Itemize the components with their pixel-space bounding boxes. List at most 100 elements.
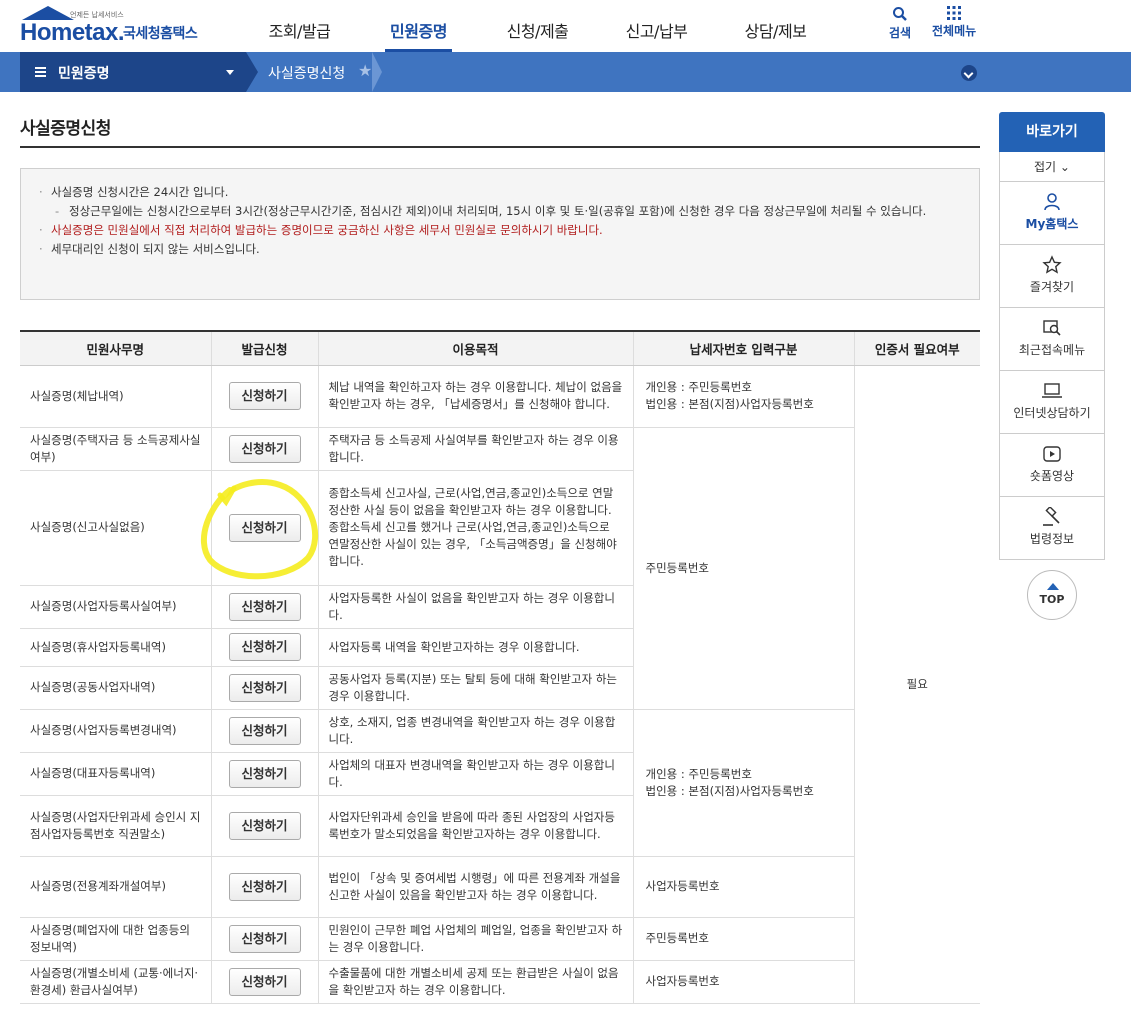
col-header-purpose: 이용목적: [317, 330, 633, 366]
input-type-cell: 주민등록번호: [632, 427, 854, 710]
main-nav: 조회/발급 민원증명 신청/제출 신고/납부 상담/제보: [240, 0, 835, 52]
table-row: 사실증명(주택자금 등 소득공제사실여부) 신청하기 주택자금 등 소득공제 사…: [20, 427, 980, 710]
input-type-cell: 사업자등록번호: [632, 960, 854, 1004]
cert-name-link[interactable]: 사실증명(공동사업자내역): [20, 666, 211, 710]
apply-button[interactable]: 신청하기: [228, 759, 301, 788]
certificate-table: 민원사무명 발급신청 이용목적 납세자번호 입력구분 인증서 필요여부 사실증명…: [20, 330, 980, 1004]
apply-button[interactable]: 신청하기: [228, 924, 301, 953]
breadcrumb-divider: [246, 52, 258, 92]
input-type-cell: 개인용 : 주민등록번호 법인용 : 본점(지점)사업자등록번호: [632, 365, 854, 428]
purpose-text: 체납 내역을 확인하고자 하는 경우 이용합니다. 체납이 없음을 확인받고자 …: [317, 365, 633, 428]
purpose-text: 사업자등록한 사실이 없음을 확인받고자 하는 경우 이용합니다.: [317, 585, 633, 629]
quick-online-consult[interactable]: 인터넷상담하기: [999, 371, 1105, 434]
quick-recent-menu[interactable]: 최근접속메뉴: [999, 308, 1105, 371]
hometax-logo[interactable]: 언제든 납세서비스 Hometax. 국세청홈택스: [20, 6, 210, 46]
category-menu-label: 민원증명: [58, 66, 110, 82]
table-header-row: 민원사무명 발급신청 이용목적 납세자번호 입력구분 인증서 필요여부: [20, 330, 980, 366]
input-type-cell: 사업자등록번호: [632, 856, 854, 918]
col-header-apply: 발급신청: [210, 330, 318, 366]
nav-inquiry-issue[interactable]: 조회/발급: [240, 0, 359, 52]
apply-button[interactable]: 신청하기: [228, 716, 301, 745]
breadcrumb-current[interactable]: 사실증명신청: [268, 63, 345, 83]
location-bar: 민원증명 사실증명신청 ★: [0, 52, 1131, 92]
purpose-text: 사업체의 대표자 변경내역을 확인받고자 하는 경우 이용합니다.: [317, 752, 633, 796]
site-header: 언제든 납세서비스 Hometax. 국세청홈택스 조회/발급 민원증명 신청/…: [0, 0, 1131, 52]
all-menu-button[interactable]: 전체메뉴: [932, 6, 976, 39]
apply-button[interactable]: 신청하기: [228, 811, 301, 840]
quick-favorites[interactable]: 즐겨찾기: [999, 245, 1105, 308]
purpose-text: 사업자단위과세 승인을 받음에 따라 종된 사업장의 사업자등록번호가 말소되었…: [317, 795, 633, 857]
notice-line: 세무대리인 신청이 되지 않는 서비스입니다.: [39, 240, 961, 259]
cert-name-link[interactable]: 사실증명(사업자등록변경내역): [20, 709, 211, 753]
col-header-input-type: 납세자번호 입력구분: [632, 330, 854, 366]
favorite-star-icon[interactable]: ★: [358, 61, 372, 80]
input-type-personal: 개인용 : 주민등록번호: [645, 380, 752, 394]
quick-law-info[interactable]: 법령정보: [999, 497, 1105, 560]
recent-search-icon: [1043, 320, 1061, 336]
apply-button[interactable]: 신청하기: [228, 434, 301, 463]
cert-name-link[interactable]: 사실증명(개별소비세 (교통·에너지·환경세) 환급사실여부): [20, 960, 211, 1004]
notice-line-warning: 사실증명은 민원실에서 직접 처리하여 발급하는 증명이므로 궁금하신 사항은 …: [39, 221, 961, 240]
apply-button[interactable]: 신청하기: [228, 967, 301, 996]
scroll-top-button[interactable]: TOP: [1027, 570, 1077, 620]
cert-name-link[interactable]: 사실증명(사업자등록사실여부): [20, 585, 211, 629]
quick-my-hometax[interactable]: My홈택스: [999, 182, 1105, 245]
quick-links-panel: 바로가기 접기 ⌄ My홈택스 즐겨찾기 최근접속메뉴 인터넷상담하기 숏폼영상…: [999, 112, 1105, 560]
cert-name-link[interactable]: 사실증명(휴사업자등록내역): [20, 628, 211, 667]
purpose-text: 상호, 소재지, 업종 변경내역을 확인받고자 하는 경우 이용합니다.: [317, 709, 633, 753]
cert-name-link[interactable]: 사실증명(주택자금 등 소득공제사실여부): [20, 427, 211, 471]
purpose-text: 공동사업자 등록(지분) 또는 탈퇴 등에 대해 확인받고자 하는 경우 이용합…: [317, 666, 633, 710]
page-title: 사실증명신청: [20, 119, 111, 139]
apply-button[interactable]: 신청하기: [228, 592, 301, 621]
apply-button[interactable]: 신청하기: [228, 872, 301, 901]
table-row: 사실증명(개별소비세 (교통·에너지·환경세) 환급사실여부) 신청하기 수출물…: [20, 960, 980, 1004]
top-label: TOP: [1039, 593, 1065, 606]
apply-button[interactable]: 신청하기: [228, 382, 301, 410]
input-type-cell: 주민등록번호: [632, 917, 854, 961]
purpose-text: 주택자금 등 소득공제 사실여부를 확인받고자 하는 경우 이용합니다.: [317, 427, 633, 471]
search-icon: [893, 7, 907, 21]
apply-button[interactable]: 신청하기: [228, 513, 301, 542]
table-row: 사실증명(폐업자에 대한 업종등의 정보내역) 신청하기 민원인이 근무한 폐업…: [20, 917, 980, 961]
title-divider: [20, 146, 980, 148]
table-row: 사실증명(사업자등록변경내역) 신청하기 상호, 소재지, 업종 변경내역을 확…: [20, 709, 980, 857]
input-type-cell: 개인용 : 주민등록번호 법인용 : 본점(지점)사업자등록번호: [632, 709, 854, 857]
purpose-text: 수출물품에 대한 개별소비세 공제 또는 환급받은 사실이 없음을 확인받고자 …: [317, 960, 633, 1004]
cert-name-link[interactable]: 사실증명(전용계좌개설여부): [20, 856, 211, 918]
cert-name-link[interactable]: 사실증명(신고사실없음): [20, 470, 211, 586]
apply-button[interactable]: 신청하기: [228, 673, 301, 702]
nav-apply-submit[interactable]: 신청/제출: [478, 0, 597, 52]
caret-down-icon: [226, 70, 234, 75]
purpose-text: 사업자등록 내역을 확인받고자하는 경우 이용합니다.: [317, 628, 633, 667]
breadcrumb-arrow: [372, 52, 382, 92]
quick-links-collapse[interactable]: 접기 ⌄: [999, 152, 1105, 182]
quick-item-label: 즐겨찾기: [1029, 280, 1075, 294]
input-type-corporate: 법인용 : 본점(지점)사업자등록번호: [645, 783, 814, 798]
person-icon: [1044, 193, 1060, 211]
grid-menu-icon: [947, 6, 962, 20]
col-header-name: 민원사무명: [20, 330, 211, 366]
quick-item-label: 숏폼영상: [1029, 469, 1075, 483]
quick-short-video[interactable]: 숏폼영상: [999, 434, 1105, 497]
cert-name-link[interactable]: 사실증명(체납내역): [20, 365, 211, 428]
cert-name-link[interactable]: 사실증명(대표자등록내역): [20, 752, 211, 796]
nav-certificates[interactable]: 민원증명: [359, 0, 478, 52]
apply-button[interactable]: 신청하기: [228, 633, 301, 661]
purpose-text: 종합소득세 신고사실, 근로(사업,연금,종교인)소득으로 연말정산한 사실 등…: [317, 470, 633, 586]
category-menu-dropdown[interactable]: 민원증명: [20, 52, 246, 92]
table-row: 사실증명(체납내역) 신청하기 체납 내역을 확인하고자 하는 경우 이용합니다…: [20, 365, 980, 1004]
table-row: 사실증명(전용계좌개설여부) 신청하기 법인이 「상속 및 증여세법 시행령」에…: [20, 856, 980, 918]
chevron-down-icon: ⌄: [1059, 160, 1070, 174]
search-button[interactable]: 검색: [889, 6, 911, 41]
cert-name-link[interactable]: 사실증명(폐업자에 대한 업종등의 정보내역): [20, 917, 211, 961]
cert-name-link[interactable]: 사실증명(사업자단위과세 승인시 지점사업자등록번호 직권말소): [20, 795, 211, 857]
collapse-label: 접기: [1034, 160, 1057, 174]
search-label: 검색: [889, 26, 912, 40]
notice-line: 사실증명 신청시간은 24시간 입니다.: [39, 183, 961, 202]
expand-chevron-icon[interactable]: [961, 65, 977, 81]
nav-consult-report[interactable]: 상담/제보: [716, 0, 835, 52]
nav-report-pay[interactable]: 신고/납부: [597, 0, 716, 52]
col-header-cert-required: 인증서 필요여부: [853, 330, 980, 366]
cert-required-cell: 필요: [853, 365, 980, 1004]
star-outline-icon: [1042, 255, 1062, 274]
